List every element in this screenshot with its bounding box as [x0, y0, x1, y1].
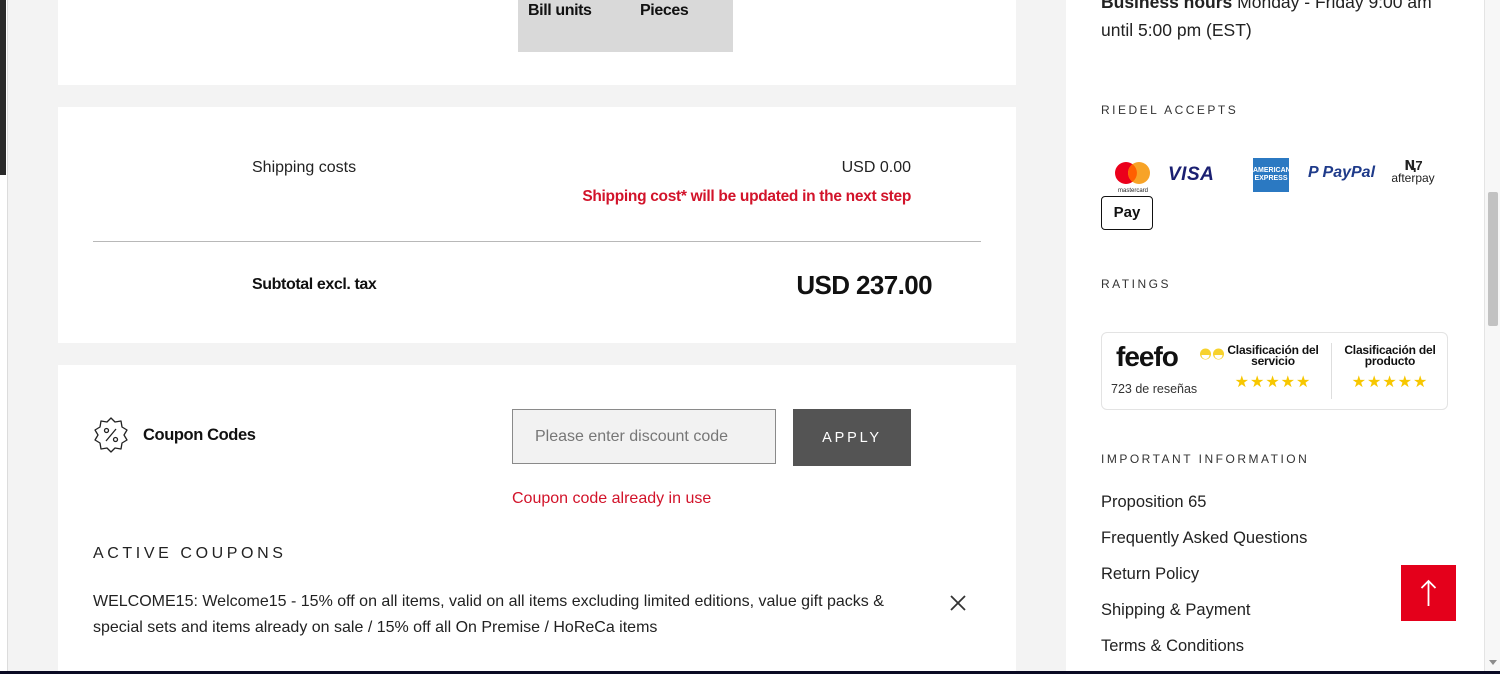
link-shipping-payment[interactable]: Shipping & Payment	[1101, 601, 1251, 620]
product-stars-icon: ★★★★★	[1351, 374, 1429, 391]
paypal-logo: P PayPal	[1308, 164, 1375, 182]
applepay-text: Pay	[1113, 204, 1141, 221]
coupon-card: Coupon Codes APPLY Coupon code already i…	[58, 365, 1016, 674]
amex-logo: AMERICAN EXPRESS	[1253, 158, 1291, 192]
feefo-review-count: 723 de reseñas	[1111, 382, 1198, 396]
divider	[93, 241, 981, 242]
close-icon[interactable]	[948, 593, 968, 613]
business-hours-label: Business hours	[1101, 0, 1233, 12]
coupon-error-message: Coupon code already in use	[512, 490, 712, 507]
page-scrollbar[interactable]	[1484, 0, 1500, 674]
link-proposition-65[interactable]: Proposition 65	[1101, 493, 1207, 512]
link-faq[interactable]: Frequently Asked Questions	[1101, 529, 1307, 548]
service-stars-icon: ★★★★★	[1234, 374, 1312, 391]
payment-methods: mastercard VISA AMERICAN EXPRESS P PayPa…	[1101, 156, 1451, 236]
mastercard-text: mastercard	[1118, 188, 1148, 194]
ratings-title: RATINGS	[1101, 277, 1171, 291]
product-rating-title: Clasificación del producto	[1344, 343, 1436, 368]
afterpay-text: afterpay	[1391, 171, 1435, 185]
apply-button[interactable]: APPLY	[793, 409, 911, 466]
shipping-costs-label: Shipping costs	[252, 159, 357, 176]
scroll-to-top-button[interactable]	[1401, 565, 1456, 621]
service-rating-title: Clasificación del servicio	[1227, 343, 1319, 368]
divider	[1331, 343, 1332, 399]
arrow-up-icon	[1420, 579, 1437, 606]
paypal-p-icon: P	[1308, 164, 1323, 181]
business-hours: Business hours Monday - Friday 9:00 am u…	[1101, 0, 1461, 44]
percent-badge-icon	[94, 417, 128, 453]
product-rating: Clasificación del producto ★★★★★	[1342, 343, 1438, 392]
important-info-title: IMPORTANT INFORMATION	[1101, 452, 1310, 466]
discount-code-input[interactable]	[512, 409, 776, 464]
applepay-logo: Pay	[1101, 196, 1153, 230]
active-coupons-title: ACTIVE COUPONS	[93, 545, 287, 562]
link-terms-conditions[interactable]: Terms & Conditions	[1101, 637, 1244, 656]
active-coupon-description: WELCOME15: Welcome15 - 15% off on all it…	[93, 593, 884, 636]
scrollbar-thumb[interactable]	[1488, 192, 1498, 326]
subtotal-value: USD 237.00	[796, 270, 932, 300]
coupon-codes-title: Coupon Codes	[143, 426, 256, 444]
shipping-costs-value: USD 0.00	[841, 159, 911, 176]
cart-details-card: Bill units Pieces	[58, 0, 1016, 85]
totals-card: Shipping costs USD 0.00 Shipping cost* w…	[58, 107, 1016, 343]
feefo-logo: feefo	[1116, 341, 1179, 372]
service-rating: Clasificación del servicio ★★★★★	[1225, 343, 1321, 392]
accepts-title: RIEDEL ACCEPTS	[1101, 103, 1239, 117]
pieces-label: Pieces	[640, 2, 689, 19]
feefo-eyes-icon	[1200, 348, 1224, 360]
paypal-text: PayPal	[1322, 164, 1376, 181]
link-return-policy[interactable]: Return Policy	[1101, 565, 1199, 584]
mastercard-logo: mastercard	[1111, 158, 1157, 194]
scroll-down-icon[interactable]	[1489, 660, 1497, 665]
afterpay-logo: Ꞑ7 afterpay	[1387, 159, 1439, 185]
left-scroll-thumb[interactable]	[0, 0, 6, 175]
subtotal-label: Subtotal excl. tax	[252, 276, 377, 293]
bill-units-label: Bill units	[528, 2, 592, 19]
feefo-widget[interactable]: feefo 723 de reseñas Clasificación del s…	[1101, 332, 1448, 410]
shipping-note: Shipping cost* will be updated in the ne…	[582, 188, 911, 205]
left-window-edge	[0, 0, 8, 674]
unit-header-box: Bill units Pieces	[518, 0, 733, 52]
visa-logo: VISA	[1168, 164, 1215, 185]
